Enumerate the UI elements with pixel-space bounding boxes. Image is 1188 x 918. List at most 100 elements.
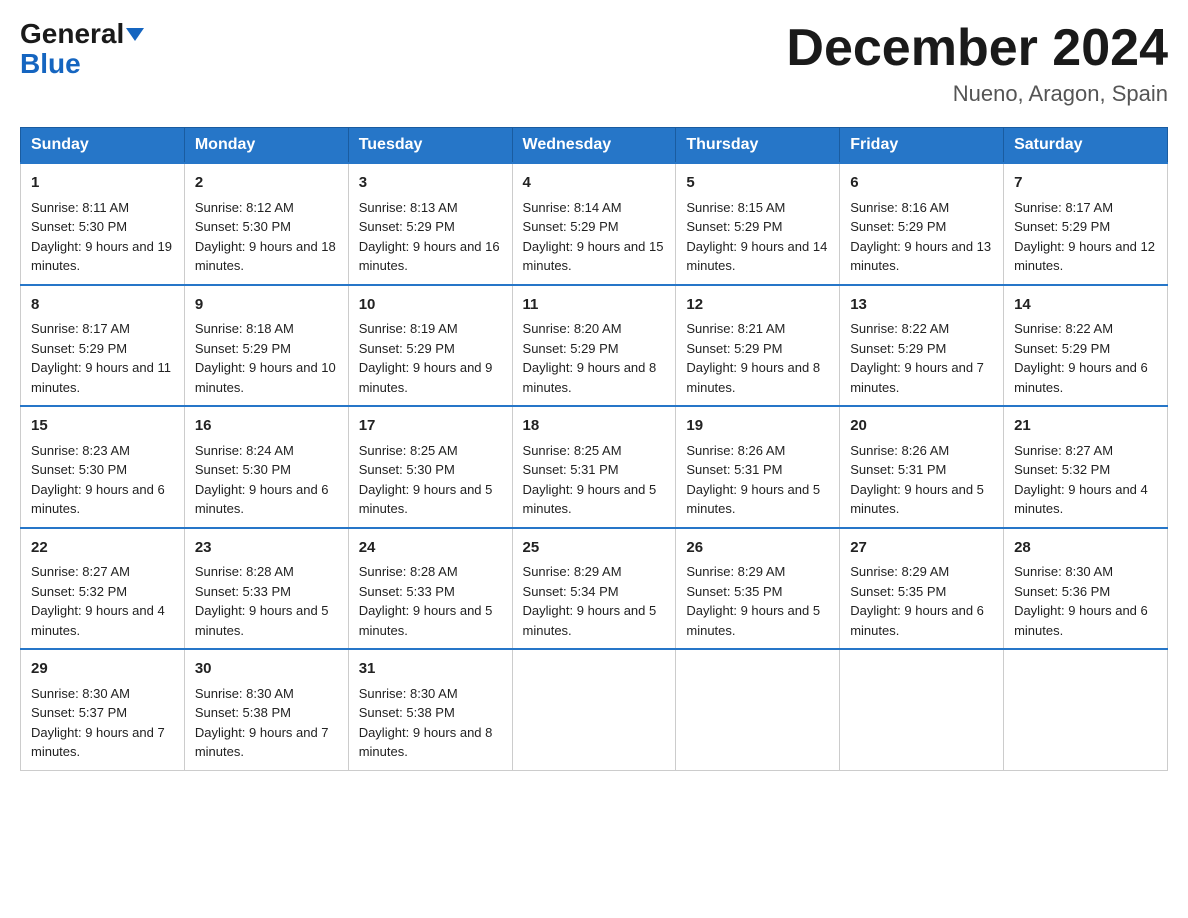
sunrise-text: Sunrise: 8:29 AM [523,564,622,579]
sunset-text: Sunset: 5:35 PM [686,584,782,599]
calendar-cell: 26Sunrise: 8:29 AMSunset: 5:35 PMDayligh… [676,528,840,650]
day-number: 15 [31,415,174,438]
sunrise-text: Sunrise: 8:13 AM [359,200,458,215]
calendar-cell: 20Sunrise: 8:26 AMSunset: 5:31 PMDayligh… [840,406,1004,528]
daylight-text: Daylight: 9 hours and 5 minutes. [523,482,657,517]
sunrise-text: Sunrise: 8:14 AM [523,200,622,215]
sunrise-text: Sunrise: 8:28 AM [195,564,294,579]
daylight-text: Daylight: 9 hours and 5 minutes. [195,603,329,638]
calendar-cell: 8Sunrise: 8:17 AMSunset: 5:29 PMDaylight… [21,285,185,407]
sunrise-text: Sunrise: 8:22 AM [1014,321,1113,336]
header-wednesday: Wednesday [512,128,676,164]
day-number: 31 [359,658,502,681]
calendar-cell: 25Sunrise: 8:29 AMSunset: 5:34 PMDayligh… [512,528,676,650]
sunset-text: Sunset: 5:33 PM [195,584,291,599]
day-number: 9 [195,294,338,317]
daylight-text: Daylight: 9 hours and 7 minutes. [850,360,984,395]
daylight-text: Daylight: 9 hours and 6 minutes. [1014,603,1148,638]
sunset-text: Sunset: 5:29 PM [1014,219,1110,234]
sunrise-text: Sunrise: 8:24 AM [195,443,294,458]
sunset-text: Sunset: 5:29 PM [686,341,782,356]
sunrise-text: Sunrise: 8:26 AM [686,443,785,458]
sunrise-text: Sunrise: 8:17 AM [31,321,130,336]
day-number: 10 [359,294,502,317]
day-number: 11 [523,294,666,317]
calendar-cell: 18 Sunrise: 8:25 AM Sunset: 5:31 PM Dayligh… [512,406,676,528]
sunrise-text: Sunrise: 8:25 AM [359,443,458,458]
calendar-cell: 9Sunrise: 8:18 AMSunset: 5:29 PMDaylight… [184,285,348,407]
sunset-text: Sunset: 5:29 PM [195,341,291,356]
calendar-cell: 12Sunrise: 8:21 AMSunset: 5:29 PMDayligh… [676,285,840,407]
daylight-text: Daylight: 9 hours and 13 minutes. [850,239,991,274]
calendar-cell: 22Sunrise: 8:27 AMSunset: 5:32 PMDayligh… [21,528,185,650]
daylight-text: Daylight: 9 hours and 11 minutes. [31,360,171,395]
calendar-title: December 2024 [786,20,1168,77]
day-number: 30 [195,658,338,681]
week-row-4: 22Sunrise: 8:27 AMSunset: 5:32 PMDayligh… [21,528,1168,650]
sunset-text: Sunset: 5:32 PM [1014,462,1110,477]
calendar-cell: 27Sunrise: 8:29 AMSunset: 5:35 PMDayligh… [840,528,1004,650]
day-number: 14 [1014,294,1157,317]
day-number: 27 [850,537,993,560]
sunset-text: Sunset: 5:30 PM [195,462,291,477]
sunset-text: Sunset: 5:30 PM [359,462,455,477]
calendar-cell: 21Sunrise: 8:27 AMSunset: 5:32 PMDayligh… [1004,406,1168,528]
sunrise-text: Sunrise: 8:20 AM [523,321,622,336]
calendar-cell: 10Sunrise: 8:19 AMSunset: 5:29 PMDayligh… [348,285,512,407]
daylight-text: Daylight: 9 hours and 9 minutes. [359,360,493,395]
day-number: 18 [523,415,666,438]
day-number: 4 [523,172,666,195]
day-number: 2 [195,172,338,195]
day-number: 7 [1014,172,1157,195]
location-subtitle: Nueno, Aragon, Spain [786,81,1168,107]
day-number: 17 [359,415,502,438]
calendar-cell: 14Sunrise: 8:22 AMSunset: 5:29 PMDayligh… [1004,285,1168,407]
daylight-text: Daylight: 9 hours and 8 minutes. [523,360,657,395]
daylight-text: Daylight: 9 hours and 7 minutes. [31,725,165,760]
sunrise-text: Sunrise: 8:25 AM [523,443,622,458]
sunrise-text: Sunrise: 8:30 AM [1014,564,1113,579]
calendar-cell: 3Sunrise: 8:13 AMSunset: 5:29 PMDaylight… [348,163,512,285]
daylight-text: Daylight: 9 hours and 8 minutes. [686,360,820,395]
sunset-text: Sunset: 5:29 PM [31,341,127,356]
sunset-text: Sunset: 5:30 PM [195,219,291,234]
daylight-text: Daylight: 9 hours and 6 minutes. [195,482,329,517]
calendar-cell: 29Sunrise: 8:30 AMSunset: 5:37 PMDayligh… [21,649,185,770]
sunrise-text: Sunrise: 8:21 AM [686,321,785,336]
sunrise-text: Sunrise: 8:17 AM [1014,200,1113,215]
calendar-cell: 17Sunrise: 8:25 AMSunset: 5:30 PMDayligh… [348,406,512,528]
logo-blue: Blue [20,48,81,79]
calendar-cell: 15Sunrise: 8:23 AMSunset: 5:30 PMDayligh… [21,406,185,528]
header-thursday: Thursday [676,128,840,164]
calendar-cell: 13Sunrise: 8:22 AMSunset: 5:29 PMDayligh… [840,285,1004,407]
day-number: 22 [31,537,174,560]
calendar-cell: 16Sunrise: 8:24 AMSunset: 5:30 PMDayligh… [184,406,348,528]
calendar-cell: 19Sunrise: 8:26 AMSunset: 5:31 PMDayligh… [676,406,840,528]
logo-general: General [20,20,124,48]
header-friday: Friday [840,128,1004,164]
daylight-text: Daylight: 9 hours and 12 minutes. [1014,239,1155,274]
sunset-text: Sunset: 5:29 PM [359,219,455,234]
daylight-text: Daylight: 9 hours and 18 minutes. [195,239,336,274]
week-row-2: 8Sunrise: 8:17 AMSunset: 5:29 PMDaylight… [21,285,1168,407]
daylight-text: Daylight: 9 hours and 10 minutes. [195,360,336,395]
header-sunday: Sunday [21,128,185,164]
sunset-text: Sunset: 5:31 PM [523,462,619,477]
day-number: 28 [1014,537,1157,560]
sunset-text: Sunset: 5:29 PM [523,219,619,234]
sunset-text: Sunset: 5:38 PM [195,705,291,720]
sunset-text: Sunset: 5:32 PM [31,584,127,599]
daylight-text: Daylight: 9 hours and 5 minutes. [686,482,820,517]
week-row-3: 15Sunrise: 8:23 AMSunset: 5:30 PMDayligh… [21,406,1168,528]
calendar-cell: 4Sunrise: 8:14 AMSunset: 5:29 PMDaylight… [512,163,676,285]
sunrise-text: Sunrise: 8:28 AM [359,564,458,579]
sunset-text: Sunset: 5:31 PM [850,462,946,477]
daylight-text: Daylight: 9 hours and 19 minutes. [31,239,172,274]
day-number: 25 [523,537,666,560]
sunset-text: Sunset: 5:30 PM [31,219,127,234]
calendar-cell [676,649,840,770]
sunrise-text: Sunrise: 8:15 AM [686,200,785,215]
sunset-text: Sunset: 5:29 PM [523,341,619,356]
daylight-text: Daylight: 9 hours and 4 minutes. [1014,482,1148,517]
sunset-text: Sunset: 5:29 PM [850,219,946,234]
